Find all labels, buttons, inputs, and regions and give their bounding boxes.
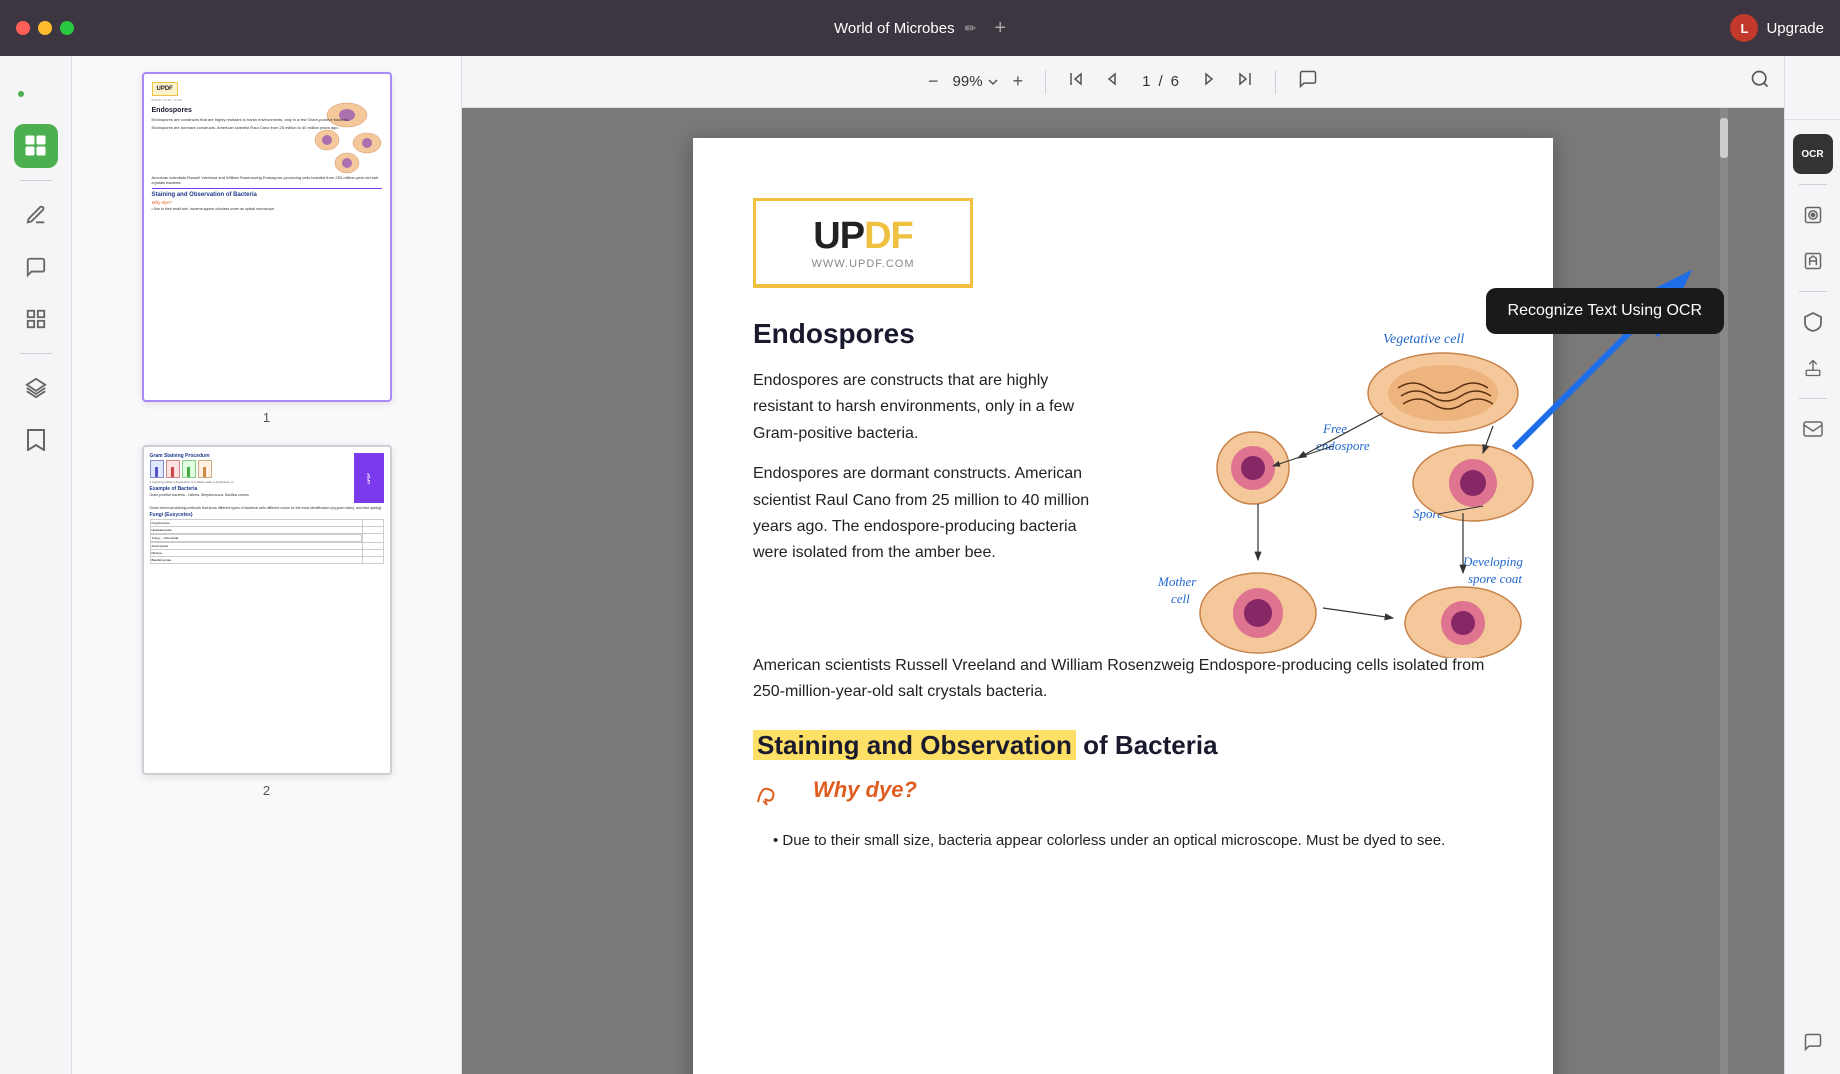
- sidebar-divider-1: [20, 180, 52, 181]
- toolbar-divider-1: [1045, 70, 1046, 94]
- thumbnails-panel: UPDF WWW.UPDF.COM Endospores Endospores …: [72, 56, 462, 1074]
- sidebar-thumbnail-view[interactable]: [14, 124, 58, 168]
- upgrade-label: Upgrade: [1766, 20, 1824, 37]
- titlebar-right: L Upgrade: [1730, 14, 1824, 42]
- endospores-para1: Endospores are constructs that are highl…: [753, 368, 1093, 447]
- total-pages: 6: [1171, 73, 1179, 90]
- pdf-page: UPDF WWW.UPDF.COM Endospores Endospores …: [693, 138, 1553, 1074]
- close-button[interactable]: [16, 21, 30, 35]
- ocr-button[interactable]: OCR: [1793, 134, 1833, 174]
- toolbar: − 99% + 1 / 6: [462, 56, 1784, 108]
- staining-highlight: Staining and Observation: [753, 730, 1076, 760]
- search-button[interactable]: [1744, 63, 1776, 101]
- right-divider-1: [1799, 184, 1827, 185]
- protect-button[interactable]: [1793, 302, 1833, 342]
- ocr-tooltip: Recognize Text Using OCR: [1486, 288, 1724, 334]
- endospores-para2: Endospores are dormant constructs. Ameri…: [753, 461, 1093, 567]
- updf-website: WWW.UPDF.COM: [811, 258, 914, 270]
- thumb-content-1: UPDF WWW.UPDF.COM Endospores Endospores …: [144, 74, 390, 400]
- zoom-in-button[interactable]: +: [1007, 67, 1030, 96]
- page-nav-bottom: [1195, 67, 1259, 96]
- current-page: 1: [1142, 73, 1150, 90]
- right-search-area: [1785, 68, 1840, 120]
- page-navigation: 1 / 6: [1142, 73, 1179, 90]
- edit-title-icon[interactable]: ✏: [965, 20, 977, 37]
- thumb-content-2: Gram Staining Procedure ● Applying iodid…: [144, 447, 390, 773]
- updf-logo-text: UPDF: [813, 215, 912, 258]
- upgrade-button[interactable]: L Upgrade: [1730, 14, 1824, 42]
- why-dye-row: Why dye?: [753, 769, 1493, 815]
- pdf-viewport[interactable]: Recognize Text Using OCR: [462, 108, 1784, 1074]
- last-page-button[interactable]: [1231, 67, 1259, 96]
- maximize-button[interactable]: [60, 21, 74, 35]
- content-area: − 99% + 1 / 6: [462, 56, 1784, 1074]
- zoom-controls: − 99% +: [922, 67, 1029, 96]
- thumb-label-2: 2: [263, 783, 270, 798]
- endospores-section: Endospores Endospores are constructs tha…: [753, 318, 1493, 663]
- main-layout: UPDF WWW.UPDF.COM Endospores Endospores …: [0, 56, 1840, 1074]
- zoom-display[interactable]: 99%: [953, 73, 999, 90]
- first-page-button[interactable]: [1062, 67, 1090, 96]
- svg-text:cell: cell: [1171, 591, 1190, 606]
- share-button[interactable]: [1793, 348, 1833, 388]
- sidebar-organize[interactable]: [14, 297, 58, 341]
- scrollbar-thumb[interactable]: [1720, 118, 1728, 158]
- thumb-frame-2: Gram Staining Procedure ● Applying iodid…: [142, 445, 392, 775]
- add-tab-button[interactable]: +: [994, 17, 1006, 40]
- annotation-mode-button[interactable]: [1292, 65, 1324, 98]
- prev-page-button[interactable]: [1098, 67, 1126, 96]
- updf-logo-container: UPDF WWW.UPDF.COM: [753, 198, 1493, 288]
- page-nav-top: [1062, 67, 1126, 96]
- pdf-a-button[interactable]: [1793, 241, 1833, 281]
- user-avatar: L: [1730, 14, 1758, 42]
- thumbnail-page-2[interactable]: Gram Staining Procedure ● Applying iodid…: [88, 445, 445, 798]
- right-divider-3: [1799, 398, 1827, 399]
- search-area: [1744, 56, 1784, 107]
- thumb-frame-1: UPDF WWW.UPDF.COM Endospores Endospores …: [142, 72, 392, 402]
- curl-decoration: [753, 777, 783, 807]
- sidebar-annotate[interactable]: [14, 193, 58, 237]
- chat-button[interactable]: [1793, 1022, 1833, 1062]
- sidebar-layers[interactable]: [14, 366, 58, 410]
- endospores-heading: Endospores: [753, 318, 1093, 350]
- email-button[interactable]: [1793, 409, 1833, 449]
- diagram-column: Vegetative cell Free endospore: [1123, 318, 1563, 663]
- right-divider-2: [1799, 291, 1827, 292]
- why-dye-text: Why dye?: [813, 777, 917, 803]
- titlebar: World of Microbes ✏ + L Upgrade: [0, 0, 1840, 56]
- updf-logo: UPDF WWW.UPDF.COM: [753, 198, 973, 288]
- zoom-out-button[interactable]: −: [922, 67, 945, 96]
- next-page-button[interactable]: [1195, 67, 1223, 96]
- svg-text:Vegetative cell: Vegetative cell: [1383, 332, 1464, 347]
- thumb-label-1: 1: [263, 410, 270, 425]
- toolbar-divider-2: [1275, 70, 1276, 94]
- svg-text:endospore: endospore: [1316, 438, 1370, 453]
- sidebar-dot-indicator: [14, 72, 58, 116]
- sidebar-bookmark[interactable]: [14, 418, 58, 462]
- bullet-1: • Due to their small size, bacteria appe…: [773, 829, 1493, 853]
- text-column: Endospores Endospores are constructs tha…: [753, 318, 1093, 663]
- thumbnail-page-1[interactable]: UPDF WWW.UPDF.COM Endospores Endospores …: [88, 72, 445, 425]
- window-controls: [16, 21, 74, 35]
- sidebar-comment[interactable]: [14, 245, 58, 289]
- endospore-diagram: Vegetative cell Free endospore: [1123, 318, 1563, 658]
- left-sidebar: [0, 56, 72, 1074]
- scan-button[interactable]: [1793, 195, 1833, 235]
- titlebar-center: World of Microbes ✏ +: [834, 17, 1006, 40]
- minimize-button[interactable]: [38, 21, 52, 35]
- document-title: World of Microbes: [834, 20, 955, 37]
- svg-text:Developing: Developing: [1462, 554, 1523, 569]
- scrollbar-track[interactable]: [1720, 108, 1728, 1074]
- svg-text:spore coat: spore coat: [1468, 571, 1522, 586]
- staining-heading: Staining and Observation of Bacteria: [753, 730, 1493, 761]
- sidebar-divider-2: [20, 353, 52, 354]
- svg-text:Mother: Mother: [1157, 574, 1197, 589]
- right-sidebar: OCR: [1784, 56, 1840, 1074]
